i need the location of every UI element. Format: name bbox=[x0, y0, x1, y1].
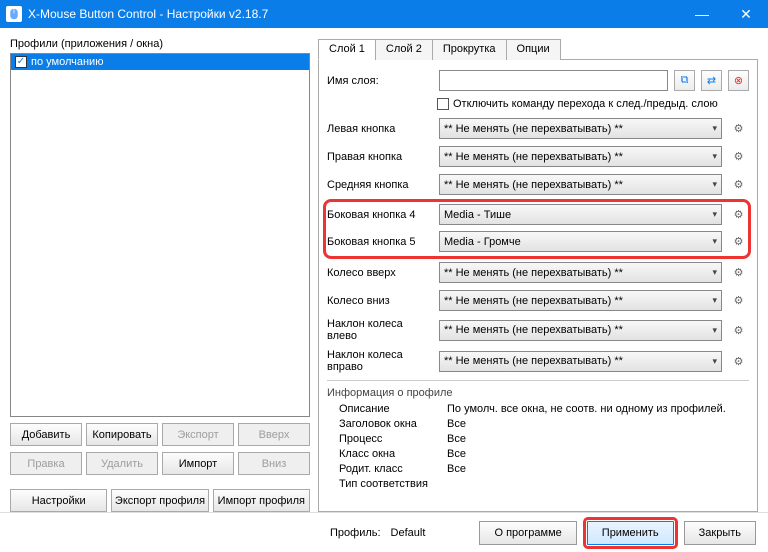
copy-layer-button[interactable]: ⧉ bbox=[674, 70, 695, 91]
tab-options[interactable]: Опции bbox=[506, 39, 561, 60]
tilt-left-dropdown[interactable]: ** Не менять (не перехватывать) ** bbox=[439, 320, 722, 341]
layer-name-input[interactable] bbox=[439, 70, 668, 91]
window-title: X-Mouse Button Control - Настройки v2.18… bbox=[28, 7, 680, 21]
add-button[interactable]: Добавить bbox=[10, 423, 82, 446]
disable-label: Отключить команду перехода к след./преды… bbox=[453, 98, 718, 110]
info-match-label: Тип соответствия bbox=[327, 478, 447, 490]
up-button: Вверх bbox=[238, 423, 310, 446]
import-profile-button[interactable]: Импорт профиля bbox=[213, 489, 310, 512]
side4-label: Боковая кнопка 4 bbox=[327, 209, 433, 221]
wheel-up-dropdown[interactable]: ** Не менять (не перехватывать) ** bbox=[439, 262, 722, 283]
tilt-right-label: Наклон колеса вправо bbox=[327, 349, 433, 373]
wheel-down-label: Колесо вниз bbox=[327, 295, 433, 307]
footer-profile-value: Default bbox=[391, 527, 426, 539]
left-btn-label: Левая кнопка bbox=[327, 123, 433, 135]
info-desc-value: По умолч. все окна, не соотв. ни одному … bbox=[447, 403, 726, 415]
export-button: Экспорт bbox=[162, 423, 234, 446]
info-wt-label: Заголовок окна bbox=[327, 418, 447, 430]
side5-dropdown[interactable]: Media - Громче bbox=[439, 231, 722, 252]
info-pcls-label: Родит. класс bbox=[327, 463, 447, 475]
layer-name-label: Имя слоя: bbox=[327, 75, 433, 87]
footer: Профиль: Default О программе Применить З… bbox=[0, 512, 768, 552]
profile-list[interactable]: ✓ по умолчанию bbox=[10, 53, 310, 417]
app-icon bbox=[6, 6, 22, 22]
mid-btn-dropdown[interactable]: ** Не менять (не перехватывать) ** bbox=[439, 174, 722, 195]
mid-btn-label: Средняя кнопка bbox=[327, 179, 433, 191]
profile-item-default[interactable]: ✓ по умолчанию bbox=[11, 54, 309, 70]
side4-dropdown[interactable]: Media - Тише bbox=[439, 204, 722, 225]
right-btn-label: Правая кнопка bbox=[327, 151, 433, 163]
right-btn-dropdown[interactable]: ** Не менять (не перехватывать) ** bbox=[439, 146, 722, 167]
gear-icon[interactable]: ⚙ bbox=[728, 174, 749, 195]
profile-checkbox[interactable]: ✓ bbox=[15, 56, 27, 68]
close-button[interactable]: Закрыть bbox=[684, 521, 756, 545]
import-button[interactable]: Импорт bbox=[162, 452, 234, 475]
copy-button[interactable]: Копировать bbox=[86, 423, 158, 446]
tab-layer2[interactable]: Слой 2 bbox=[375, 39, 433, 60]
gear-icon[interactable]: ⚙ bbox=[728, 262, 749, 283]
tab-scroll[interactable]: Прокрутка bbox=[432, 39, 507, 60]
info-desc-label: Описание bbox=[327, 403, 447, 415]
swap-layer-button[interactable]: ⇄ bbox=[701, 70, 722, 91]
gear-icon[interactable]: ⚙ bbox=[728, 204, 749, 225]
footer-profile-label: Профиль: bbox=[330, 527, 381, 539]
wheel-down-dropdown[interactable]: ** Не менять (не перехватывать) ** bbox=[439, 290, 722, 311]
gear-icon[interactable]: ⚙ bbox=[728, 118, 749, 139]
gear-icon[interactable]: ⚙ bbox=[728, 351, 749, 372]
tilt-left-label: Наклон колеса влево bbox=[327, 318, 433, 342]
close-window-button[interactable]: ✕ bbox=[724, 0, 768, 28]
disable-checkbox[interactable] bbox=[437, 98, 449, 110]
apply-button[interactable]: Применить bbox=[587, 521, 674, 545]
gear-icon[interactable]: ⚙ bbox=[728, 320, 749, 341]
clear-layer-button[interactable]: ⊗ bbox=[728, 70, 749, 91]
tabs: Слой 1 Слой 2 Прокрутка Опции bbox=[318, 38, 758, 60]
info-cls-label: Класс окна bbox=[327, 448, 447, 460]
gear-icon[interactable]: ⚙ bbox=[728, 231, 749, 252]
down-button: Вниз bbox=[238, 452, 310, 475]
edit-button: Правка bbox=[10, 452, 82, 475]
left-btn-dropdown[interactable]: ** Не менять (не перехватывать) ** bbox=[439, 118, 722, 139]
minimize-button[interactable]: — bbox=[680, 0, 724, 28]
gear-icon[interactable]: ⚙ bbox=[728, 290, 749, 311]
profiles-label: Профили (приложения / окна) bbox=[10, 38, 310, 50]
profile-item-label: по умолчанию bbox=[31, 56, 103, 68]
tab-layer1[interactable]: Слой 1 bbox=[318, 39, 376, 60]
info-wt-value: Все bbox=[447, 418, 466, 430]
info-title: Информация о профиле bbox=[327, 387, 749, 399]
info-proc-label: Процесс bbox=[327, 433, 447, 445]
titlebar: X-Mouse Button Control - Настройки v2.18… bbox=[0, 0, 768, 28]
gear-icon[interactable]: ⚙ bbox=[728, 146, 749, 167]
about-button[interactable]: О программе bbox=[479, 521, 576, 545]
tilt-right-dropdown[interactable]: ** Не менять (не перехватывать) ** bbox=[439, 351, 722, 372]
info-cls-value: Все bbox=[447, 448, 466, 460]
export-profile-button[interactable]: Экспорт профиля bbox=[111, 489, 208, 512]
delete-button: Удалить bbox=[86, 452, 158, 475]
settings-button[interactable]: Настройки bbox=[10, 489, 107, 512]
info-pcls-value: Все bbox=[447, 463, 466, 475]
info-proc-value: Все bbox=[447, 433, 466, 445]
side5-label: Боковая кнопка 5 bbox=[327, 236, 433, 248]
wheel-up-label: Колесо вверх bbox=[327, 267, 433, 279]
